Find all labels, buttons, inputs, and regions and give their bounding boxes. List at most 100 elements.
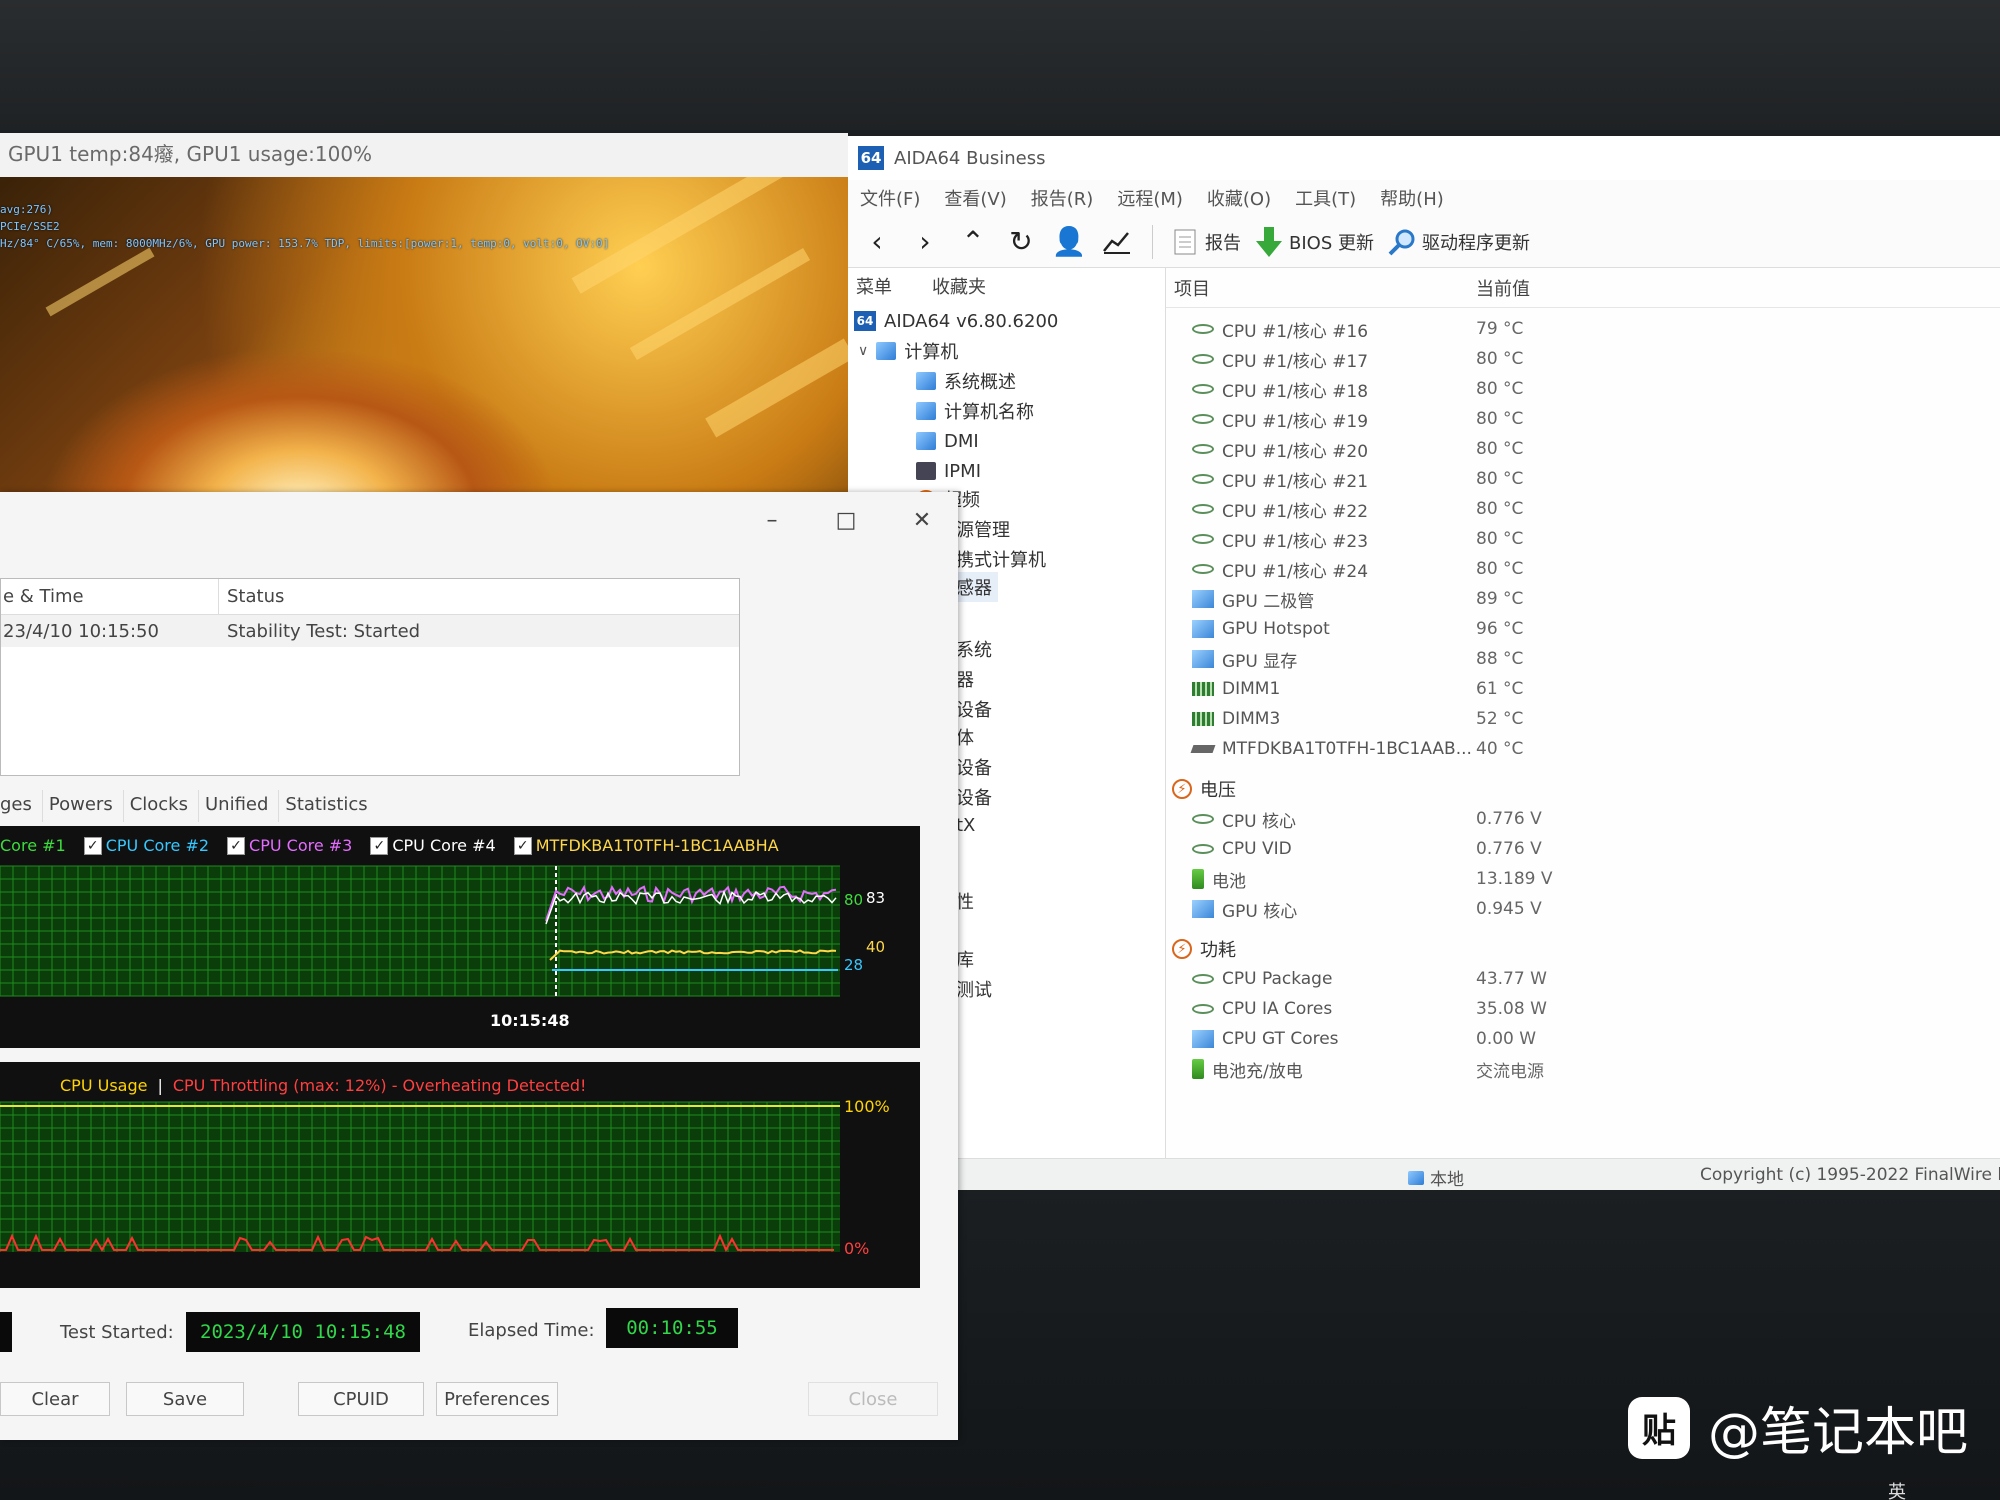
sensor-row[interactable]: CPU VID 0.776 V [1166, 834, 1776, 864]
tree-item-portable[interactable]: 携式计算机 [956, 544, 1046, 574]
menu-tools[interactable]: 工具(T) [1295, 185, 1356, 211]
chip-icon [1192, 474, 1214, 484]
sensor-row[interactable]: 电池充/放电 交流电源 [1166, 1054, 1776, 1084]
tree-label: 计算机名称 [944, 402, 1034, 423]
sensor-row[interactable]: DIMM1 61 °C [1166, 674, 1776, 704]
status-local: 本地 [1408, 1165, 1464, 1190]
maximize-icon[interactable]: □ [826, 500, 866, 540]
tree-item-storage-device[interactable]: 设备 [956, 752, 992, 782]
sensor-row[interactable]: CPU #1/核心 #22 80 °C [1166, 494, 1776, 524]
tree-item-database[interactable]: 库 [956, 944, 974, 974]
log-col-time[interactable]: e & Time [1, 579, 219, 614]
sensor-row[interactable]: CPU #1/核心 #24 80 °C [1166, 554, 1776, 584]
save-button[interactable]: Save [126, 1382, 244, 1416]
sensor-row[interactable]: CPU #1/核心 #17 80 °C [1166, 344, 1776, 374]
tree-item-computer[interactable]: ∨ 计算机 [858, 336, 958, 366]
forward-icon[interactable]: › [908, 225, 942, 259]
log-row[interactable]: 23/4/10 10:15:50 Stability Test: Started [1, 615, 739, 647]
chart-icon[interactable] [1100, 225, 1134, 259]
sensor-name: CPU #1/核心 #17 [1222, 351, 1369, 372]
tree-item-dmi[interactable]: DMI [916, 426, 979, 456]
sensor-section-header[interactable]: ⚡ 电压 [1172, 774, 1236, 804]
up-icon[interactable]: ⌃ [956, 225, 990, 259]
chevron-down-icon[interactable]: ∨ [858, 343, 868, 359]
sensor-value: 80 °C [1476, 529, 1524, 549]
sensor-row[interactable]: GPU Hotspot 96 °C [1166, 614, 1776, 644]
sensor-name-cell: CPU #1/核心 #17 [1166, 347, 1476, 372]
tab-voltages[interactable]: ges [0, 790, 43, 822]
tab-powers[interactable]: Powers [49, 790, 124, 822]
tree-item-os[interactable]: 系统 [956, 634, 992, 664]
tree-item-power[interactable]: 源管理 [956, 514, 1010, 544]
cpuid-button[interactable]: CPUID [298, 1382, 424, 1416]
menu-remote[interactable]: 远程(M) [1117, 185, 1183, 211]
sensor-row[interactable]: CPU Package 43.77 W [1166, 964, 1776, 994]
log-col-status[interactable]: Status [219, 586, 284, 607]
tab-menu[interactable]: 菜单 [856, 273, 892, 299]
sensor-section-header[interactable]: ⚡ 功耗 [1172, 934, 1236, 964]
tab-clocks[interactable]: Clocks [130, 790, 199, 822]
tree-item-server[interactable]: 器 [956, 664, 974, 694]
ime-indicator[interactable]: 英 [1888, 1478, 1906, 1500]
graph-tabs: ges Powers Clocks Unified Statistics [0, 790, 384, 822]
gpu-icon [1192, 620, 1214, 638]
sensor-row[interactable]: GPU 核心 0.945 V [1166, 894, 1776, 924]
sensor-row[interactable]: GPU 显存 88 °C [1166, 644, 1776, 674]
cpu-usage-graph: 100% 0% [0, 1097, 890, 1258]
sensor-row[interactable]: 电池 13.189 V [1166, 864, 1776, 894]
tree-item-sensor[interactable]: 感器 [956, 572, 998, 602]
tree-item-input-device[interactable]: 设备 [956, 782, 992, 812]
tree-label: 携式计算机 [956, 550, 1046, 571]
report-button[interactable]: 报告 [1171, 227, 1241, 257]
sensor-row[interactable]: CPU GT Cores 0.00 W [1166, 1024, 1776, 1054]
sensor-row[interactable]: CPU IA Cores 35.08 W [1166, 994, 1776, 1024]
column-value[interactable]: 当前值 [1476, 275, 1530, 301]
lightning-icon: ⚡ [1172, 939, 1192, 959]
sensor-row[interactable]: MTFDKBA1T0TFH-1BC1AAB... 40 °C [1166, 734, 1776, 764]
driver-update-button[interactable]: 驱动程序更新 [1388, 227, 1530, 257]
tree-label: 源管理 [956, 520, 1010, 541]
sensor-row[interactable]: CPU #1/核心 #18 80 °C [1166, 374, 1776, 404]
menu-help[interactable]: 帮助(H) [1380, 185, 1444, 211]
tab-statistics[interactable]: Statistics [285, 790, 377, 822]
tree-item-system-summary[interactable]: 系统概述 [916, 366, 1016, 396]
tree-item-display-device[interactable]: 设备 [956, 694, 992, 724]
tree-item-multimedia[interactable]: 体 [956, 722, 974, 752]
tree-item-security[interactable]: 性 [956, 886, 974, 916]
overlay-line: PCIe/SSE2 [0, 220, 60, 233]
close-icon[interactable]: ✕ [902, 500, 942, 540]
temp-time-label: 10:15:48 [490, 1011, 570, 1030]
sensor-name-cell: 电池 [1166, 867, 1476, 892]
user-icon[interactable]: 👤 [1052, 225, 1087, 259]
tab-favorites[interactable]: 收藏夹 [932, 273, 986, 299]
clear-button[interactable]: Clear [0, 1382, 110, 1416]
menu-favorites[interactable]: 收藏(O) [1207, 185, 1271, 211]
sensor-value: 80 °C [1476, 499, 1524, 519]
sensor-name-cell: GPU 核心 [1166, 897, 1476, 922]
menu-file[interactable]: 文件(F) [860, 185, 920, 211]
tree-item-directx[interactable]: tX [956, 810, 975, 840]
aida-title-bar: 64 AIDA64 Business [848, 136, 2000, 180]
preferences-button[interactable]: Preferences [436, 1382, 558, 1416]
sensor-row[interactable]: CPU #1/核心 #21 80 °C [1166, 464, 1776, 494]
sensor-row[interactable]: CPU #1/核心 #19 80 °C [1166, 404, 1776, 434]
menu-view[interactable]: 查看(V) [944, 185, 1006, 211]
minimize-icon[interactable]: – [752, 500, 792, 540]
sensor-row[interactable]: CPU #1/核心 #16 79 °C [1166, 314, 1776, 344]
refresh-icon[interactable]: ↻ [1004, 225, 1038, 259]
tree-item-benchmark[interactable]: 测试 [956, 974, 992, 1004]
menu-report[interactable]: 报告(R) [1031, 185, 1094, 211]
sensor-row[interactable]: CPU 核心 0.776 V [1166, 804, 1776, 834]
column-item[interactable]: 项目 [1166, 275, 1476, 301]
close-button[interactable]: Close [808, 1382, 938, 1416]
tree-item-ipmi[interactable]: IPMI [916, 456, 981, 486]
tree-item-computer-name[interactable]: 计算机名称 [916, 396, 1034, 426]
sensor-row[interactable]: CPU #1/核心 #20 80 °C [1166, 434, 1776, 464]
tree-item-aida64[interactable]: 64 AIDA64 v6.80.6200 [854, 306, 1058, 336]
bios-update-button[interactable]: BIOS 更新 [1255, 226, 1374, 257]
tab-unified[interactable]: Unified [205, 790, 280, 822]
sensor-row[interactable]: GPU 二极管 89 °C [1166, 584, 1776, 614]
sensor-row[interactable]: DIMM3 52 °C [1166, 704, 1776, 734]
sensor-row[interactable]: CPU #1/核心 #23 80 °C [1166, 524, 1776, 554]
back-icon[interactable]: ‹ [860, 225, 894, 259]
